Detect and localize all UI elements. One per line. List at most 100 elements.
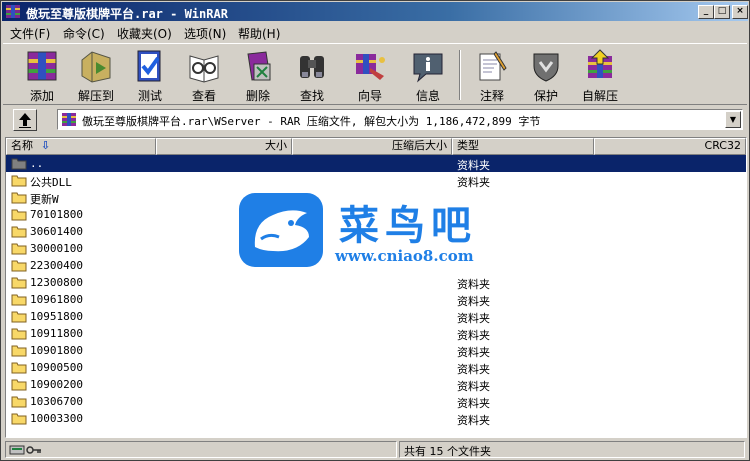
list-item[interactable]: 10911800 资料夹 — [6, 325, 746, 342]
file-type: 资料夹 — [457, 380, 490, 393]
parent-folder-icon — [11, 158, 27, 170]
find-icon — [300, 56, 324, 78]
list-item[interactable]: 10951800 资料夹 — [6, 308, 746, 325]
view-icon — [189, 55, 219, 83]
info-icon — [413, 53, 443, 83]
address-row: 傲玩至尊版棋牌平台.rar\WServer - RAR 压缩文件, 解包大小为 … — [3, 107, 747, 133]
folder-icon — [11, 209, 27, 221]
list-item[interactable]: 12300800 资料夹 — [6, 274, 746, 291]
list-item[interactable]: 30601400 — [6, 223, 746, 240]
folder-icon — [11, 226, 27, 238]
column-header-size[interactable]: 大小 — [156, 138, 292, 155]
wizard-icon — [356, 54, 385, 80]
file-type: 资料夹 — [457, 346, 490, 359]
file-name: .. — [30, 157, 44, 170]
folder-icon — [11, 311, 27, 323]
list-item[interactable]: 10961800 资料夹 — [6, 291, 746, 308]
list-item[interactable]: 30000100 — [6, 240, 746, 257]
toolbar-separator — [459, 50, 461, 100]
winrar-app-icon — [6, 5, 20, 18]
up-arrow-icon — [19, 113, 31, 128]
view-button[interactable]: 查看 — [181, 48, 227, 104]
list-item[interactable]: 更新W — [6, 189, 746, 206]
menu-help[interactable]: 帮助(H) — [238, 25, 280, 42]
column-header-type[interactable]: 类型 — [452, 138, 594, 155]
status-bar: 共有 15 个文件夹 — [3, 440, 747, 459]
folder-icon — [11, 379, 27, 391]
file-name: 30000100 — [30, 242, 83, 255]
winrar-window: 傲玩至尊版棋牌平台.rar - WinRAR _ □ × 文件(F) 命令(C)… — [0, 0, 750, 461]
column-header-packed[interactable]: 压缩后大小 — [292, 138, 452, 155]
extract-to-label: 解压到 — [77, 89, 114, 103]
file-name: 10961800 — [30, 293, 83, 306]
rar-archive-icon — [62, 113, 76, 126]
extract-to-icon — [81, 51, 111, 83]
test-label: 测试 — [137, 89, 162, 103]
menu-options[interactable]: 选项(N) — [184, 25, 226, 42]
add-archive-icon — [27, 51, 57, 81]
delete-button[interactable]: 删除 — [235, 48, 281, 104]
find-button[interactable]: 查找 — [289, 48, 335, 104]
wizard-button[interactable]: 向导 — [347, 48, 393, 104]
list-item[interactable]: 10900200 资料夹 — [6, 376, 746, 393]
test-icon — [137, 50, 161, 82]
address-dropdown-button[interactable]: ▼ — [725, 111, 741, 128]
list-item[interactable]: .. 资料夹 — [6, 155, 746, 172]
list-item[interactable]: 10306700 资料夹 — [6, 393, 746, 410]
list-item[interactable]: 10901800 资料夹 — [6, 342, 746, 359]
folder-icon — [11, 413, 27, 425]
info-label: 信息 — [415, 89, 440, 103]
maximize-button[interactable]: □ — [714, 5, 730, 19]
address-path: 傲玩至尊版棋牌平台.rar\WServer - RAR 压缩文件, 解包大小为 … — [82, 115, 541, 128]
comment-button[interactable]: 注释 — [469, 48, 515, 104]
column-header-crc[interactable]: CRC32 — [594, 138, 746, 155]
file-list[interactable]: 名称 ⇩ 大小 压缩后大小 类型 CRC32 .. 资料夹 公共DLL 资料夹 更新W 70… — [5, 137, 747, 438]
list-item[interactable]: 10900500 资料夹 — [6, 359, 746, 376]
protect-label: 保护 — [533, 89, 558, 103]
list-item[interactable]: 10003300 资料夹 — [6, 410, 746, 427]
test-button[interactable]: 测试 — [127, 48, 173, 104]
sort-down-arrow-icon: ⇩ — [41, 139, 51, 152]
protect-icon — [533, 53, 559, 82]
file-type: 资料夹 — [457, 329, 490, 342]
column-header-name[interactable]: 名称 ⇩ — [6, 138, 156, 155]
find-label: 查找 — [299, 89, 324, 103]
file-name: 10951800 — [30, 310, 83, 323]
delete-label: 删除 — [245, 89, 270, 103]
folder-icon — [11, 294, 27, 306]
file-type: 资料夹 — [457, 295, 490, 308]
menu-bar: 文件(F) 命令(C) 收藏夹(O) 选项(N) 帮助(H) — [2, 22, 748, 42]
add-label: 添加 — [29, 89, 54, 103]
file-type: 资料夹 — [457, 397, 490, 410]
file-name: 70101800 — [30, 208, 83, 221]
sfx-label: 自解压 — [581, 89, 618, 103]
file-type: 资料夹 — [457, 176, 490, 189]
menu-commands[interactable]: 命令(C) — [63, 25, 105, 42]
file-name: 30601400 — [30, 225, 83, 238]
file-name: 10003300 — [30, 412, 83, 425]
add-button[interactable]: 添加 — [19, 48, 65, 104]
protect-button[interactable]: 保护 — [523, 48, 569, 104]
menu-file[interactable]: 文件(F) — [10, 25, 50, 42]
list-item[interactable]: 22300400 — [6, 257, 746, 274]
list-item[interactable]: 70101800 — [6, 206, 746, 223]
title-bar[interactable]: 傲玩至尊版棋牌平台.rar - WinRAR _ □ × — [2, 2, 748, 21]
address-bar[interactable]: 傲玩至尊版棋牌平台.rar\WServer - RAR 压缩文件, 解包大小为 … — [57, 109, 743, 130]
close-button[interactable]: × — [732, 5, 748, 19]
sfx-button[interactable]: 自解压 — [577, 48, 623, 104]
info-button[interactable]: 信息 — [405, 48, 451, 104]
up-folder-button[interactable] — [13, 109, 37, 131]
minimize-button[interactable]: _ — [698, 5, 714, 19]
file-name: 公共DLL — [30, 176, 72, 189]
file-name: 10900200 — [30, 378, 83, 391]
file-rows: .. 资料夹 公共DLL 资料夹 更新W 70101800 30601400 30000100… — [6, 155, 746, 427]
folder-icon — [11, 192, 27, 204]
list-item[interactable]: 公共DLL 资料夹 — [6, 172, 746, 189]
file-name: 10306700 — [30, 395, 83, 408]
view-label: 查看 — [191, 89, 216, 103]
folder-icon — [11, 362, 27, 374]
menu-favorites[interactable]: 收藏夹(O) — [117, 25, 172, 42]
extract-to-button[interactable]: 解压到 — [73, 48, 119, 104]
file-name: 22300400 — [30, 259, 83, 272]
folder-icon — [11, 175, 27, 187]
